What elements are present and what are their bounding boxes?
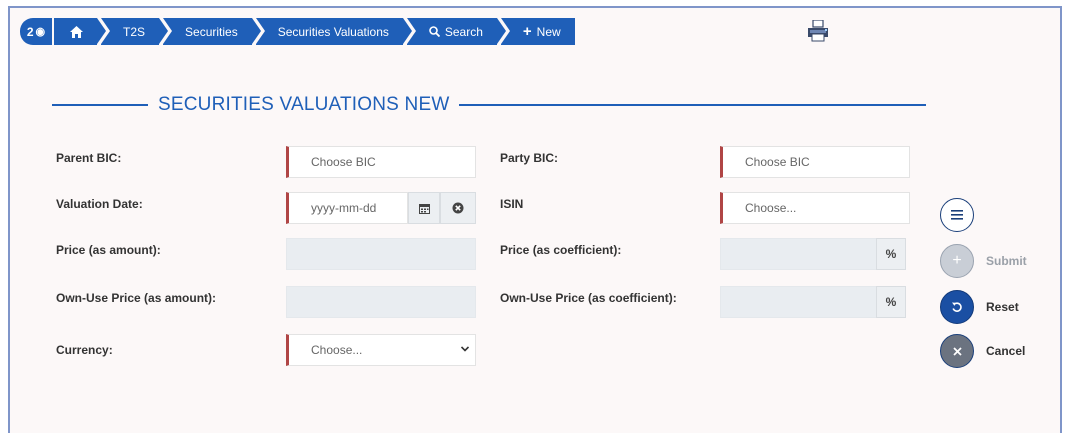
- breadcrumb-new-label: New: [536, 24, 561, 39]
- parent-bic-field[interactable]: Choose BIC: [286, 146, 476, 178]
- valuation-date-field[interactable]: yyyy-mm-dd: [286, 192, 408, 224]
- cancel-action[interactable]: Cancel: [940, 334, 1025, 368]
- price-amount-field[interactable]: [286, 238, 476, 270]
- submit-label: Submit: [986, 254, 1027, 268]
- breadcrumb: 2 ◉ T2S Securities Securities Valuations…: [20, 18, 579, 45]
- clear-date-button[interactable]: [440, 192, 476, 224]
- breadcrumb-securities-valuations[interactable]: Securities Valuations: [255, 18, 413, 45]
- breadcrumb-t2s[interactable]: T2S: [101, 18, 169, 45]
- party-bic-field[interactable]: Choose BIC: [720, 146, 910, 178]
- price-coefficient-label: Price (as coefficient):: [500, 243, 622, 257]
- own-use-price-coefficient-field[interactable]: [720, 286, 880, 318]
- list-button[interactable]: [940, 198, 974, 232]
- percent-label: %: [885, 247, 897, 261]
- breadcrumb-search[interactable]: Search: [406, 18, 506, 45]
- breadcrumb-search-label: Search: [444, 24, 483, 39]
- valuation-date-label: Valuation Date:: [56, 197, 143, 211]
- printer-icon[interactable]: [806, 20, 830, 42]
- price-coefficient-field[interactable]: [720, 238, 880, 270]
- breadcrumb-securities-valuations-label: Securities Valuations: [277, 24, 389, 39]
- percent-label: %: [885, 295, 897, 309]
- clear-icon: [452, 202, 464, 214]
- plus-icon: +: [952, 252, 962, 269]
- submit-button[interactable]: +: [940, 244, 974, 278]
- breadcrumb-securities-label: Securities: [185, 24, 238, 39]
- reset-action[interactable]: Reset: [940, 290, 1019, 324]
- valuation-date-placeholder: yyyy-mm-dd: [311, 201, 377, 215]
- close-icon: [952, 346, 962, 356]
- currency-selected: Choose...: [311, 343, 363, 357]
- search-icon: [429, 26, 440, 37]
- own-use-price-coefficient-label: Own-Use Price (as coefficient):: [500, 291, 677, 305]
- currency-label: Currency:: [56, 343, 113, 357]
- main-panel: 2 ◉ T2S Securities Securities Valuations…: [8, 6, 1062, 433]
- list-icon: [951, 210, 963, 220]
- submit-action[interactable]: + Submit: [940, 244, 1027, 278]
- calendar-button[interactable]: [408, 192, 440, 224]
- own-use-price-amount-field[interactable]: [286, 286, 476, 318]
- currency-select[interactable]: Choose...: [286, 334, 476, 366]
- reset-label: Reset: [986, 300, 1019, 314]
- breadcrumb-t2s-label: T2S: [123, 24, 146, 39]
- parent-bic-label: Parent BIC:: [56, 151, 122, 165]
- list-action[interactable]: [940, 198, 974, 232]
- party-bic-placeholder: Choose BIC: [745, 155, 810, 169]
- breadcrumb-home[interactable]: [54, 18, 106, 45]
- calendar-icon: [418, 203, 430, 214]
- home-icon: [70, 25, 83, 38]
- cancel-button[interactable]: [940, 334, 974, 368]
- page-title: SECURITIES VALUATIONS NEW: [158, 94, 450, 115]
- open-windows-badge[interactable]: 2 ◉: [20, 18, 52, 45]
- own-use-price-amount-label: Own-Use Price (as amount):: [56, 291, 217, 305]
- own-use-price-coefficient-unit: %: [876, 286, 906, 318]
- isin-placeholder: Choose...: [745, 201, 797, 215]
- title-rule-left: [52, 104, 148, 106]
- reset-button[interactable]: [940, 290, 974, 324]
- plus-icon: +: [522, 23, 532, 40]
- parent-bic-placeholder: Choose BIC: [311, 155, 376, 169]
- undo-icon: [952, 302, 962, 312]
- price-coefficient-unit: %: [876, 238, 906, 270]
- chevron-down-icon: [461, 346, 469, 352]
- breadcrumb-new[interactable]: + New: [500, 18, 575, 45]
- cancel-label: Cancel: [986, 344, 1026, 358]
- breadcrumb-securities[interactable]: Securities: [163, 18, 261, 45]
- eye-icon: ◉: [35, 26, 46, 38]
- title-rule-right: [459, 104, 926, 106]
- price-amount-label: Price (as amount):: [56, 243, 161, 257]
- isin-label: ISIN: [500, 197, 524, 211]
- party-bic-label: Party BIC:: [500, 151, 559, 165]
- badge-count: 2: [26, 24, 34, 39]
- page-title-row: SECURITIES VALUATIONS NEW: [52, 93, 926, 117]
- isin-field[interactable]: Choose...: [720, 192, 910, 224]
